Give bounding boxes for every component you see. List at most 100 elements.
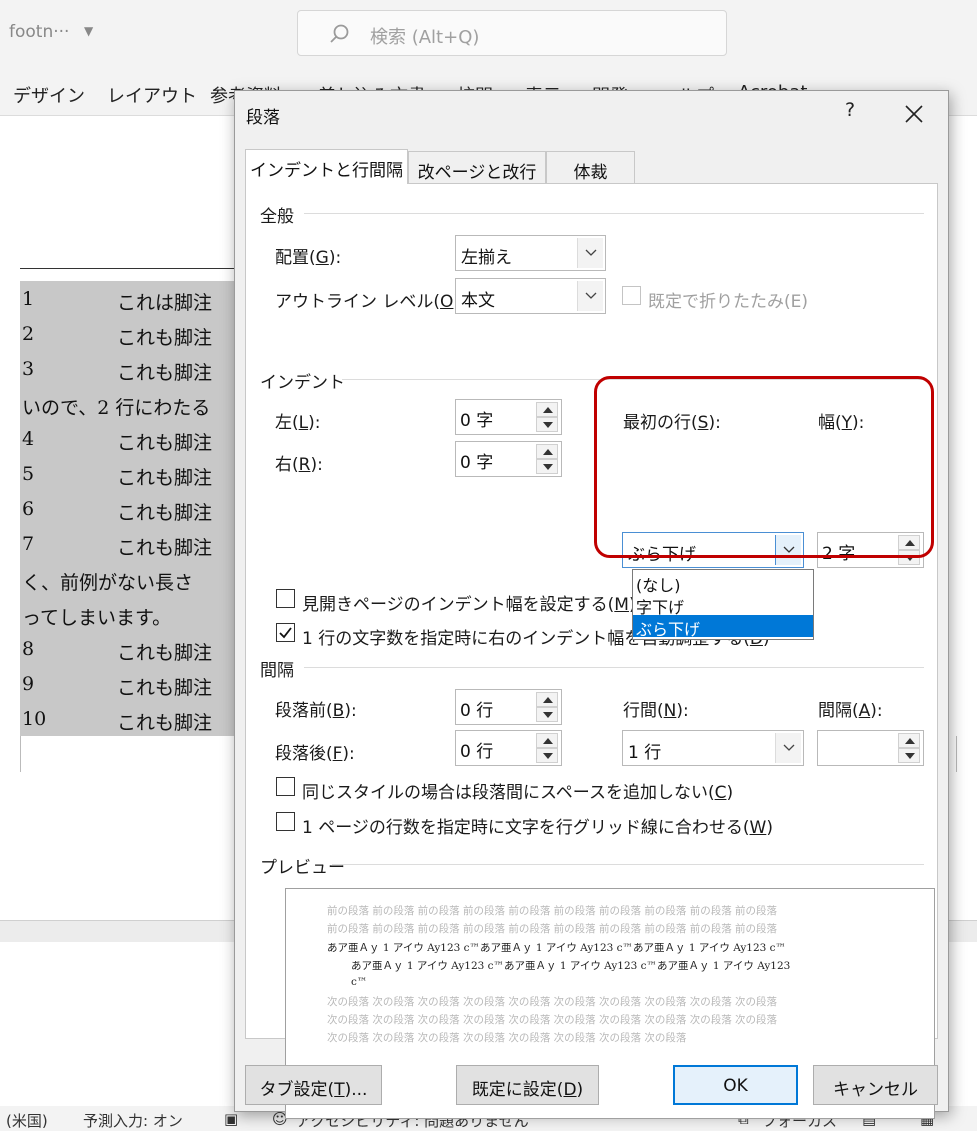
section-divider [332,864,924,865]
indent-by-label: 幅(Y): [818,413,865,433]
tabs-button[interactable]: タブ設定(T)... [245,1065,382,1105]
spin-up-icon[interactable] [536,402,558,417]
option-none[interactable]: (なし) [633,571,813,595]
spacing-after-spinner[interactable]: 0 行 [455,730,562,766]
footnote-area[interactable]: 1 これは脚注 2 これも脚注 3 これも脚注 いので、2 行にわたる 4 これも脚注 … [20,281,250,736]
footnote-line: 9 これも脚注 [22,673,213,699]
search-placeholder: 検索 (Alt+Q) [370,27,480,48]
no-space-same-style-label: 同じスタイルの場合は段落間にスペースを追加しない(C) [302,783,734,803]
spin-down-icon[interactable] [898,748,920,763]
spacing-at-label: 間隔(A): [818,701,883,721]
footnote-line: 4 これも脚注 [22,428,213,454]
first-line-select[interactable]: ぶら下げ [622,532,804,568]
document-name[interactable]: footn··· [9,22,69,42]
alignment-select[interactable]: 左揃え [455,235,606,271]
alignment-label: 配置(G): [275,248,342,268]
section-divider [304,213,924,214]
preview-previous-paragraph: 前の段落 前の段落 前の段落 前の段落 前の段落 前の段落 前の段落 前の段落 … [327,905,778,917]
status-language[interactable]: (米国) [6,1110,48,1131]
close-icon[interactable] [901,101,927,127]
spacing-after-label: 段落後(F): [275,744,355,764]
section-spacing-title: 間隔 [260,661,294,681]
preview-next-paragraph: 次の段落 次の段落 次の段落 次の段落 次の段落 次の段落 次の段落 次の段落 [327,1032,687,1044]
page-margin-mark [20,736,21,772]
first-line-dropdown-list: (なし) 字下げ ぶら下げ [632,569,814,640]
section-preview-title: プレビュー [260,858,345,878]
preview-next-paragraph: 次の段落 次の段落 次の段落 次の段落 次の段落 次の段落 次の段落 次の段落 … [327,996,778,1008]
chevron-down-icon[interactable] [775,535,801,565]
footnote-line: いので、2 行にわたる [22,397,211,419]
search-box[interactable]: 検索 (Alt+Q) [297,10,727,56]
indent-right-spinner[interactable]: 0 字 [455,441,562,477]
help-button[interactable]: ? [838,99,862,121]
search-icon [330,24,349,43]
option-hanging[interactable]: ぶら下げ [633,615,813,639]
footnote-line: 5 これも脚注 [22,463,213,489]
set-as-default-button[interactable]: 既定に設定(D) [456,1065,599,1105]
section-general-title: 全般 [260,207,294,227]
chevron-down-icon[interactable]: ▼ [84,24,93,38]
tab-panel: 全般 配置(G): 左揃え アウトライン レベル(O): 本文 既定で折りたたみ… [245,183,938,1119]
section-divider [304,667,924,668]
indent-left-spinner[interactable]: 0 字 [455,399,562,435]
spin-up-icon[interactable] [536,444,558,459]
ribbon-tab-design[interactable]: デザイン [13,82,85,108]
footnote-line: ってしまいます。 [22,607,172,629]
footnote-line: 1 これは脚注 [22,288,213,314]
tab-indents-spacing[interactable]: インデントと行間隔 [245,149,408,184]
preview-sample-text: c™ [351,976,368,988]
collapse-by-default-label: 既定で折りたたみ(E) [648,292,809,312]
spacing-at-spinner[interactable] [817,730,924,766]
status-predictive-input[interactable]: 予測入力: オン [83,1110,183,1131]
spin-down-icon[interactable] [536,707,558,722]
chevron-down-icon[interactable] [577,281,603,311]
preview-previous-paragraph: 前の段落 前の段落 前の段落 前の段落 前の段落 前の段落 前の段落 前の段落 … [327,923,778,935]
line-spacing-select[interactable]: 1 行 [622,730,804,766]
footnote-line: 10 これも脚注 [22,708,213,734]
chevron-down-icon[interactable] [775,733,801,763]
collapse-by-default-checkbox[interactable] [622,286,641,305]
mirror-indents-label: 見開きページのインデント幅を設定する(M) [302,595,636,615]
title-bar: footn··· ▼ 検索 (Alt+Q) [0,0,977,68]
indent-by-spinner[interactable]: 2 字 [817,532,924,568]
auto-adjust-indent-checkbox[interactable] [276,623,295,642]
spin-down-icon[interactable] [536,748,558,763]
paragraph-dialog: 段落 ? インデントと行間隔 改ページと改行 体裁 全般 配置(G): 左揃え … [234,90,949,1119]
footnote-separator [20,268,250,269]
line-spacing-label: 行間(N): [623,701,689,721]
footnote-line: 8 これも脚注 [22,638,213,664]
ribbon-tab-layout[interactable]: レイアウト [107,82,197,108]
no-space-same-style-checkbox[interactable] [276,777,295,796]
spin-down-icon[interactable] [898,550,920,565]
macro-icon[interactable]: ▣ [224,1110,238,1128]
spacing-before-spinner[interactable]: 0 行 [455,689,562,725]
option-first-line[interactable]: 字下げ [633,593,813,617]
mirror-indents-checkbox[interactable] [276,589,295,608]
footnote-line: 6 これも脚注 [22,498,213,524]
section-divider [342,379,924,380]
spacing-before-label: 段落前(B): [275,701,357,721]
tab-line-page-breaks[interactable]: 改ページと改行 [408,151,546,183]
footnote-line: 3 これも脚注 [22,358,213,384]
spin-down-icon[interactable] [536,417,558,432]
chevron-down-icon[interactable] [577,238,603,268]
outline-level-label: アウトライン レベル(O): [275,292,466,312]
spin-up-icon[interactable] [898,733,920,748]
preview-sample-text: あア亜Ａｙ 1 アイウ Ay123 c™あア亜Ａｙ 1 アイウ Ay123 c™… [351,960,791,972]
outline-level-select[interactable]: 本文 [455,278,606,314]
footnote-line: 2 これも脚注 [22,323,213,349]
preview-next-paragraph: 次の段落 次の段落 次の段落 次の段落 次の段落 次の段落 次の段落 次の段落 … [327,1014,778,1026]
ok-button[interactable]: OK [673,1065,798,1105]
tab-asian-typography[interactable]: 体裁 [546,151,635,183]
checkmark-icon [279,627,292,639]
spin-up-icon[interactable] [898,535,920,550]
snap-to-grid-checkbox[interactable] [276,812,295,831]
spin-up-icon[interactable] [536,733,558,748]
spin-down-icon[interactable] [536,459,558,474]
preview-sample-text: あア亜Ａｙ 1 アイウ Ay123 c™あア亜Ａｙ 1 アイウ Ay123 c™… [327,942,787,954]
cancel-button[interactable]: キャンセル [813,1065,938,1105]
footnote-line: く、前例がない長さ [22,572,194,594]
dialog-tabs: インデントと行間隔 改ページと改行 体裁 [245,149,937,184]
spin-up-icon[interactable] [536,692,558,707]
page-margin-mark [956,736,957,772]
